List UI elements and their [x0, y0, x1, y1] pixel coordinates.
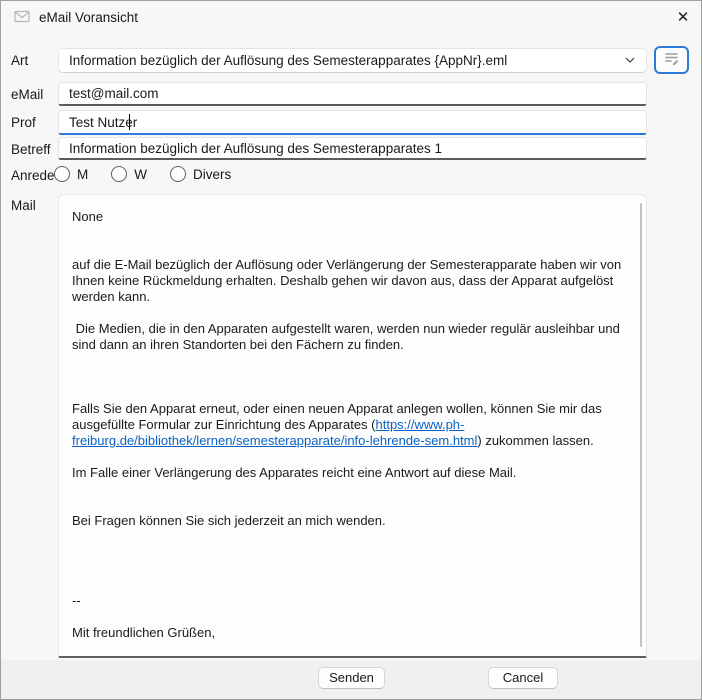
edit-list-icon	[663, 50, 680, 71]
art-combobox-value: Information bezüglich der Auflösung des …	[69, 53, 624, 68]
envelope-icon	[14, 10, 30, 28]
footer-bar: Senden Cancel	[1, 660, 701, 700]
radio-label-m: M	[77, 167, 88, 182]
art-label: Art	[11, 53, 28, 68]
mail-body-text: None auf die E-Mail bezüglich der Auflös…	[72, 209, 634, 658]
art-combobox[interactable]: Information bezüglich der Auflösung des …	[58, 48, 647, 73]
window-title: eMail Voransicht	[39, 10, 138, 25]
radio-circle-w[interactable]	[111, 166, 127, 182]
send-button[interactable]: Senden	[318, 667, 385, 689]
email-label: eMail	[11, 87, 43, 102]
anrede-label: Anrede	[11, 168, 55, 183]
prof-input[interactable]	[58, 110, 647, 135]
title-bar: eMail Voransicht ✕	[1, 1, 701, 33]
chevron-down-icon	[624, 53, 636, 68]
betreff-label: Betreff	[11, 142, 51, 157]
mail-text-after-link: ) zukommen lassen. Im Falle einer Verlän…	[72, 433, 594, 658]
prof-label: Prof	[11, 115, 36, 130]
email-preview-dialog: eMail Voransicht ✕ Art Information bezüg…	[0, 0, 702, 700]
mail-body-textarea[interactable]: None auf die E-Mail bezüglich der Auflös…	[58, 194, 647, 658]
anrede-radio-group: M W Divers	[54, 166, 254, 182]
radio-option-w[interactable]: W	[111, 166, 147, 182]
mail-scrollbar[interactable]	[640, 203, 643, 647]
radio-label-divers: Divers	[193, 167, 231, 182]
edit-template-button[interactable]	[654, 46, 689, 74]
mail-text-before-link: None auf die E-Mail bezüglich der Auflös…	[72, 209, 625, 432]
radio-circle-m[interactable]	[54, 166, 70, 182]
text-cursor	[129, 114, 130, 130]
radio-label-w: W	[134, 167, 147, 182]
radio-option-divers[interactable]: Divers	[170, 166, 231, 182]
email-input[interactable]	[58, 82, 647, 106]
close-icon: ✕	[677, 8, 690, 26]
radio-option-m[interactable]: M	[54, 166, 88, 182]
cancel-button[interactable]: Cancel	[488, 667, 558, 689]
radio-circle-divers[interactable]	[170, 166, 186, 182]
betreff-input[interactable]	[58, 137, 647, 160]
mail-label: Mail	[11, 198, 36, 213]
close-button[interactable]: ✕	[671, 5, 695, 29]
